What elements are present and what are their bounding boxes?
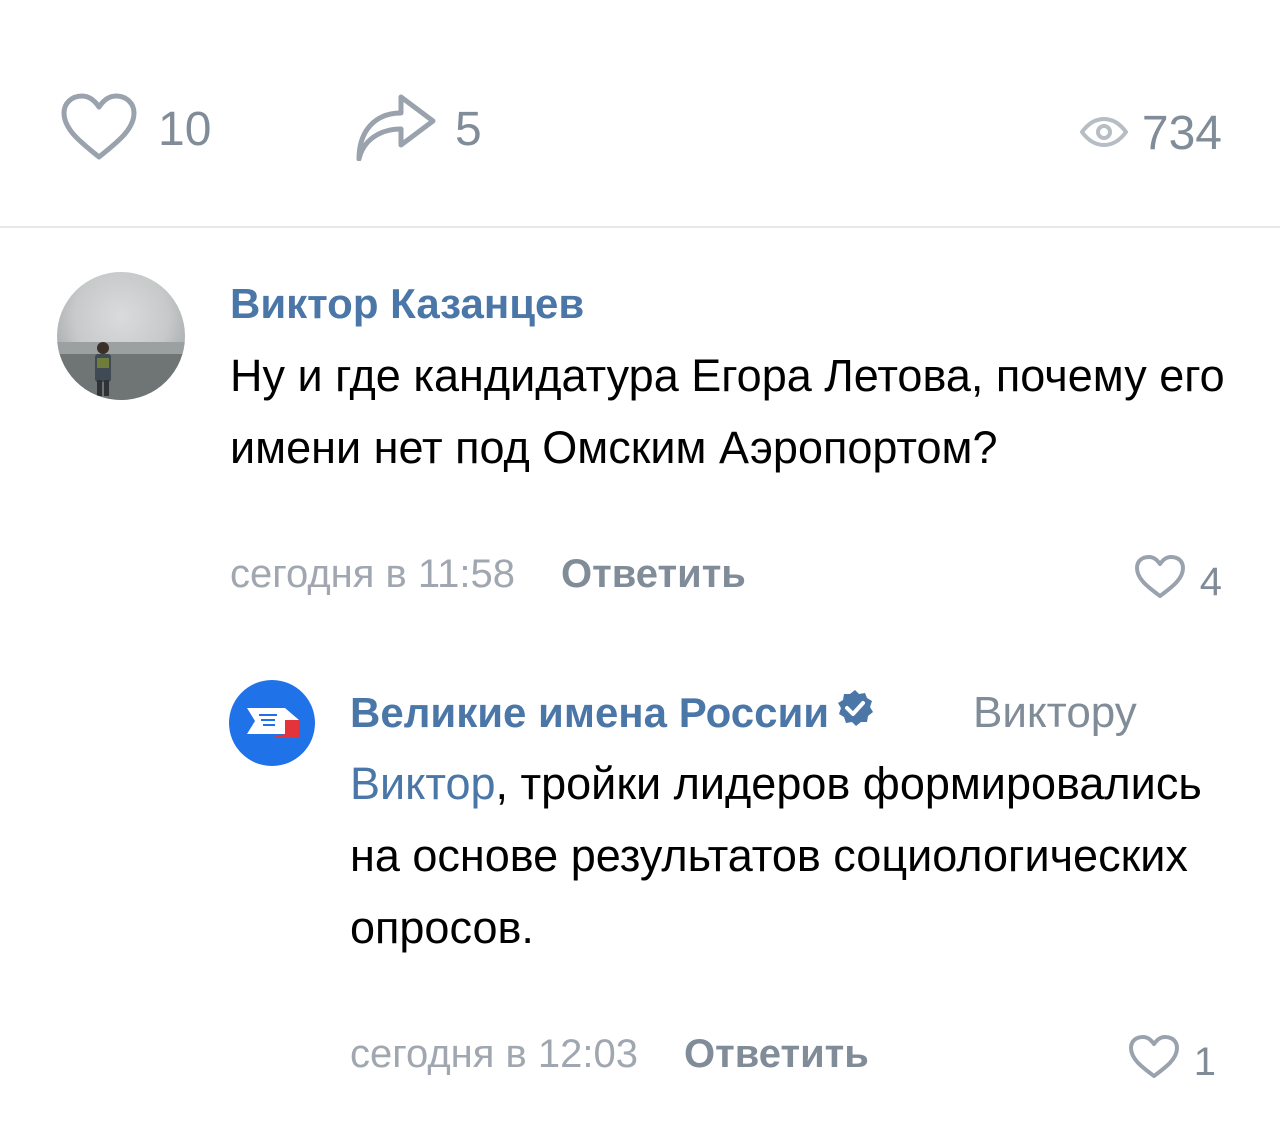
views-stat: 734 xyxy=(1079,99,1222,169)
mention-link[interactable]: Виктор xyxy=(350,758,496,809)
share-arrow-icon xyxy=(355,93,437,166)
comment-time[interactable]: сегодня в 12:03 xyxy=(350,1032,638,1077)
group-avatar[interactable] xyxy=(229,680,315,766)
verified-badge-icon xyxy=(835,688,875,738)
avatar[interactable] xyxy=(57,272,185,400)
comment-author-name[interactable]: Великие имена России xyxy=(350,689,829,737)
comment-reply: Великие имена России Виктору Виктор, тро… xyxy=(0,640,1280,1110)
comment-text: Виктор, тройки лидеров формировались на … xyxy=(350,748,1210,964)
reply-button[interactable]: Ответить xyxy=(684,1032,869,1077)
shares-count: 5 xyxy=(455,102,482,156)
comment-meta: сегодня в 11:58 Ответить xyxy=(230,552,746,597)
comment: Виктор Казанцев Ну и где кандидатура Его… xyxy=(0,228,1280,628)
comment-likes-count: 4 xyxy=(1199,559,1222,604)
post-action-bar: 10 5 734 xyxy=(0,0,1280,226)
heart-icon xyxy=(60,93,138,166)
comment-like-button[interactable]: 4 xyxy=(1134,554,1222,610)
reply-to-label[interactable]: Виктору xyxy=(973,688,1137,738)
reply-button[interactable]: Ответить xyxy=(561,552,746,597)
likes-count: 10 xyxy=(158,102,212,156)
comment-likes-count: 1 xyxy=(1193,1039,1216,1084)
comment-like-button[interactable]: 1 xyxy=(1128,1034,1216,1090)
like-button[interactable]: 10 xyxy=(60,93,211,166)
share-button[interactable]: 5 xyxy=(355,93,482,166)
eye-icon xyxy=(1079,116,1129,152)
comment-time[interactable]: сегодня в 11:58 xyxy=(230,552,515,597)
heart-icon xyxy=(1128,1034,1180,1090)
comment-author[interactable]: Великие имена России xyxy=(350,688,875,738)
heart-icon xyxy=(1134,554,1186,610)
comment-text: Ну и где кандидатура Егора Летова, почем… xyxy=(230,350,1225,473)
views-count: 734 xyxy=(1141,107,1222,160)
comment-meta: сегодня в 12:03 Ответить xyxy=(350,1032,869,1077)
comment-author[interactable]: Виктор Казанцев xyxy=(230,280,584,328)
